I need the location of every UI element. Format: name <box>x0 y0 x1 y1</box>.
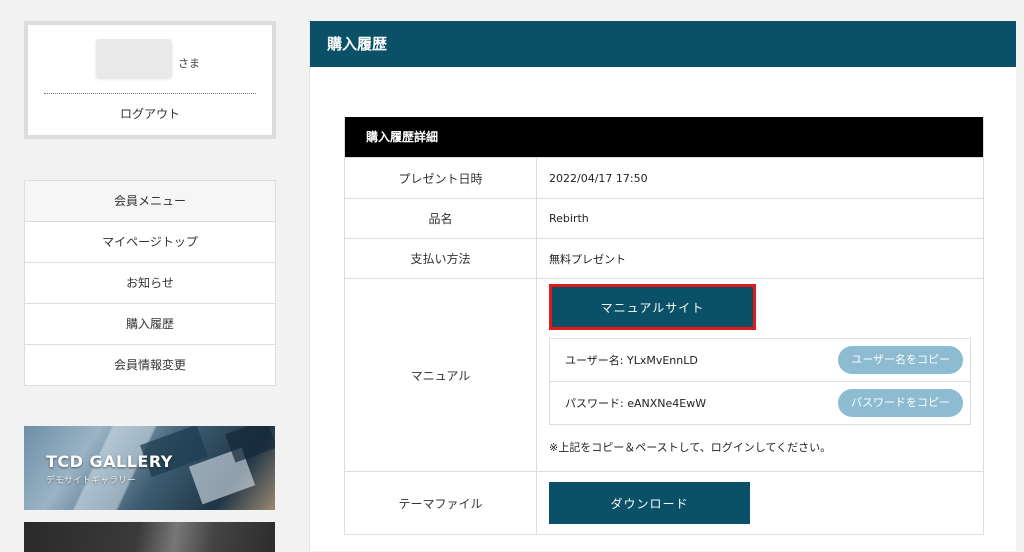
present-date-label: プレゼント日時 <box>345 158 537 198</box>
present-date-value: 2022/04/17 17:50 <box>549 171 648 185</box>
user-box: さま ログアウト <box>24 21 276 139</box>
logout-link[interactable]: ログアウト <box>28 105 272 122</box>
banner-subtitle: デモサイトギャラリー <box>46 476 137 486</box>
download-button[interactable]: ダウンロード <box>549 482 750 524</box>
password-row: パスワード: eANXNe4EwW パスワードをコピー <box>550 381 970 424</box>
divider <box>44 93 256 94</box>
payment-label: 支払い方法 <box>345 239 537 278</box>
theme-file-value: ダウンロード <box>537 472 983 534</box>
manual-button-highlight: マニュアルサイト <box>549 284 756 330</box>
member-menu-heading: 会員メニュー <box>25 181 275 221</box>
menu-item-mypage-top[interactable]: マイページトップ <box>25 221 275 262</box>
manual-site-button[interactable]: マニュアルサイト <box>552 287 753 327</box>
row-product: 品名 Rebirth <box>345 198 983 238</box>
second-banner[interactable] <box>24 522 275 552</box>
purchase-detail-card: 購入履歴詳細 プレゼント日時 2022/04/17 17:50 品名 Rebir… <box>344 117 984 535</box>
credentials-box: ユーザー名: YLxMvEnnLD ユーザー名をコピー パスワード: eANXN… <box>549 338 971 425</box>
product-value: Rebirth <box>549 212 589 225</box>
banner-title: TCD GALLERY <box>46 452 173 471</box>
login-note: ※上記をコピー＆ペーストして、ログインしてください。 <box>549 441 832 454</box>
menu-item-member-info[interactable]: 会員情報変更 <box>25 344 275 385</box>
page-title: 購入履歴 <box>310 21 1016 67</box>
theme-file-label: テーマファイル <box>345 472 537 534</box>
username-text: ユーザー名: YLxMvEnnLD <box>565 354 698 367</box>
menu-item-news[interactable]: お知らせ <box>25 262 275 303</box>
row-payment: 支払い方法 無料プレゼント <box>345 238 983 278</box>
username-row: ユーザー名: YLxMvEnnLD ユーザー名をコピー <box>550 339 970 381</box>
row-present-date: プレゼント日時 2022/04/17 17:50 <box>345 157 983 198</box>
manual-value: マニュアルサイト ユーザー名: YLxMvEnnLD ユーザー名をコピー パスワ… <box>537 279 983 471</box>
card-heading: 購入履歴詳細 <box>345 117 983 157</box>
member-menu: 会員メニュー マイページトップ お知らせ 購入履歴 会員情報変更 <box>24 180 276 386</box>
row-manual: マニュアル マニュアルサイト ユーザー名: YLxMvEnnLD ユーザー名をコ… <box>345 278 983 471</box>
manual-label: マニュアル <box>345 279 537 471</box>
main-content: 購入履歴 購入履歴詳細 プレゼント日時 2022/04/17 17:50 品名 … <box>309 21 1016 551</box>
payment-value: 無料プレゼント <box>549 252 626 266</box>
row-theme-file: テーマファイル ダウンロード <box>345 471 983 534</box>
user-honorific: さま <box>178 57 200 70</box>
tcd-gallery-banner[interactable]: TCD GALLERY デモサイトギャラリー <box>24 426 275 510</box>
user-name-placeholder <box>96 39 172 77</box>
product-label: 品名 <box>345 199 537 238</box>
copy-username-button[interactable]: ユーザー名をコピー <box>838 346 963 374</box>
password-text: パスワード: eANXNe4EwW <box>565 397 707 410</box>
menu-item-purchase-history[interactable]: 購入履歴 <box>25 303 275 344</box>
copy-password-button[interactable]: パスワードをコピー <box>838 389 963 417</box>
